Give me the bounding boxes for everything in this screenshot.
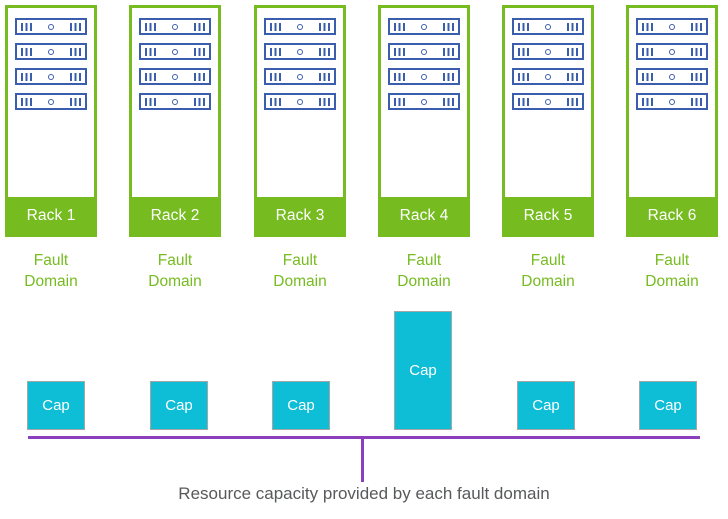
fault-domain-label-line2: Domain xyxy=(521,273,575,290)
server-unit-list xyxy=(629,18,715,110)
fault-domain-label-line1: Fault xyxy=(157,252,193,269)
fault-domain-label-line1: Fault xyxy=(530,252,566,269)
rack-enclosure: Rack 3 xyxy=(254,5,346,237)
server-power-led-icon xyxy=(669,48,675,55)
server-unit-list xyxy=(257,18,343,110)
capacity-box-rack-1: Cap xyxy=(27,381,85,430)
server-power-led-icon xyxy=(545,98,551,105)
server-unit-icon xyxy=(15,68,87,85)
rack-enclosure: Rack 1 xyxy=(5,5,97,237)
server-unit-list xyxy=(381,18,467,110)
rack-label: Rack 6 xyxy=(629,197,715,234)
capacity-box-rack-5: Cap xyxy=(517,381,575,430)
fault-domain-label: Fault Domain xyxy=(378,250,470,292)
rack-label: Rack 2 xyxy=(132,197,218,234)
server-power-led-icon xyxy=(545,73,551,80)
server-unit-icon xyxy=(15,18,87,35)
server-unit-icon xyxy=(264,43,336,60)
server-unit-icon xyxy=(512,43,584,60)
server-power-led-icon xyxy=(669,23,675,30)
server-unit-icon xyxy=(512,68,584,85)
fault-domain-label-line2: Domain xyxy=(148,273,202,290)
server-unit-icon xyxy=(388,43,460,60)
server-unit-icon xyxy=(512,18,584,35)
rack-label: Rack 1 xyxy=(8,197,94,234)
server-unit-icon xyxy=(636,43,708,60)
server-unit-icon xyxy=(636,18,708,35)
capacity-bracket-stem xyxy=(361,436,364,482)
server-power-led-icon xyxy=(545,23,551,30)
server-power-led-icon xyxy=(172,98,178,105)
server-unit-icon xyxy=(139,93,211,110)
server-power-led-icon xyxy=(48,23,54,30)
fault-domain-label-line1: Fault xyxy=(654,252,690,269)
server-power-led-icon xyxy=(48,98,54,105)
server-power-led-icon xyxy=(48,73,54,80)
server-power-led-icon xyxy=(297,73,303,80)
server-unit-list xyxy=(132,18,218,110)
server-unit-icon xyxy=(15,93,87,110)
server-unit-list xyxy=(8,18,94,110)
rack-enclosure: Rack 6 xyxy=(626,5,718,237)
server-power-led-icon xyxy=(669,73,675,80)
server-unit-icon xyxy=(636,93,708,110)
capacity-bracket-line xyxy=(28,436,700,439)
fault-domain-label: Fault Domain xyxy=(5,250,97,292)
server-unit-icon xyxy=(264,18,336,35)
server-power-led-icon xyxy=(421,48,427,55)
capacity-box-rack-4: Cap xyxy=(394,311,452,430)
fault-domain-label-line1: Fault xyxy=(406,252,442,269)
diagram-caption: Resource capacity provided by each fault… xyxy=(178,484,550,503)
fault-domain-label-line2: Domain xyxy=(273,273,327,290)
server-unit-icon xyxy=(388,93,460,110)
capacity-box-rack-2: Cap xyxy=(150,381,208,430)
server-unit-icon xyxy=(388,18,460,35)
capacity-box-rack-6: Cap xyxy=(639,381,697,430)
rack-enclosure: Rack 5 xyxy=(502,5,594,237)
server-power-led-icon xyxy=(172,73,178,80)
fault-domain-label: Fault Domain xyxy=(129,250,221,292)
fault-domain-label-line2: Domain xyxy=(24,273,78,290)
server-power-led-icon xyxy=(172,48,178,55)
server-power-led-icon xyxy=(545,48,551,55)
server-unit-icon xyxy=(512,93,584,110)
fault-domain-label: Fault Domain xyxy=(502,250,594,292)
server-power-led-icon xyxy=(421,73,427,80)
server-unit-icon xyxy=(388,68,460,85)
server-power-led-icon xyxy=(297,98,303,105)
server-power-led-icon xyxy=(172,23,178,30)
server-unit-icon xyxy=(139,18,211,35)
server-power-led-icon xyxy=(297,23,303,30)
fault-domain-capacity-diagram: Rack 1 Fault Domain Rack 2 Fault Domain Rack 3… xyxy=(0,0,728,519)
rack-label: Rack 3 xyxy=(257,197,343,234)
fault-domain-label-line2: Domain xyxy=(645,273,699,290)
fault-domain-label: Fault Domain xyxy=(626,250,718,292)
server-unit-icon xyxy=(139,43,211,60)
server-power-led-icon xyxy=(48,48,54,55)
server-power-led-icon xyxy=(421,98,427,105)
server-unit-icon xyxy=(264,93,336,110)
rack-label: Rack 5 xyxy=(505,197,591,234)
server-unit-icon xyxy=(139,68,211,85)
rack-enclosure: Rack 2 xyxy=(129,5,221,237)
fault-domain-label-line2: Domain xyxy=(397,273,451,290)
fault-domain-label-line1: Fault xyxy=(33,252,69,269)
server-unit-list xyxy=(505,18,591,110)
server-power-led-icon xyxy=(421,23,427,30)
rack-enclosure: Rack 4 xyxy=(378,5,470,237)
server-unit-icon xyxy=(636,68,708,85)
server-unit-icon xyxy=(264,68,336,85)
server-power-led-icon xyxy=(297,48,303,55)
fault-domain-label-line1: Fault xyxy=(282,252,318,269)
capacity-box-rack-3: Cap xyxy=(272,381,330,430)
fault-domain-label: Fault Domain xyxy=(254,250,346,292)
server-power-led-icon xyxy=(669,98,675,105)
rack-label: Rack 4 xyxy=(381,197,467,234)
server-unit-icon xyxy=(15,43,87,60)
